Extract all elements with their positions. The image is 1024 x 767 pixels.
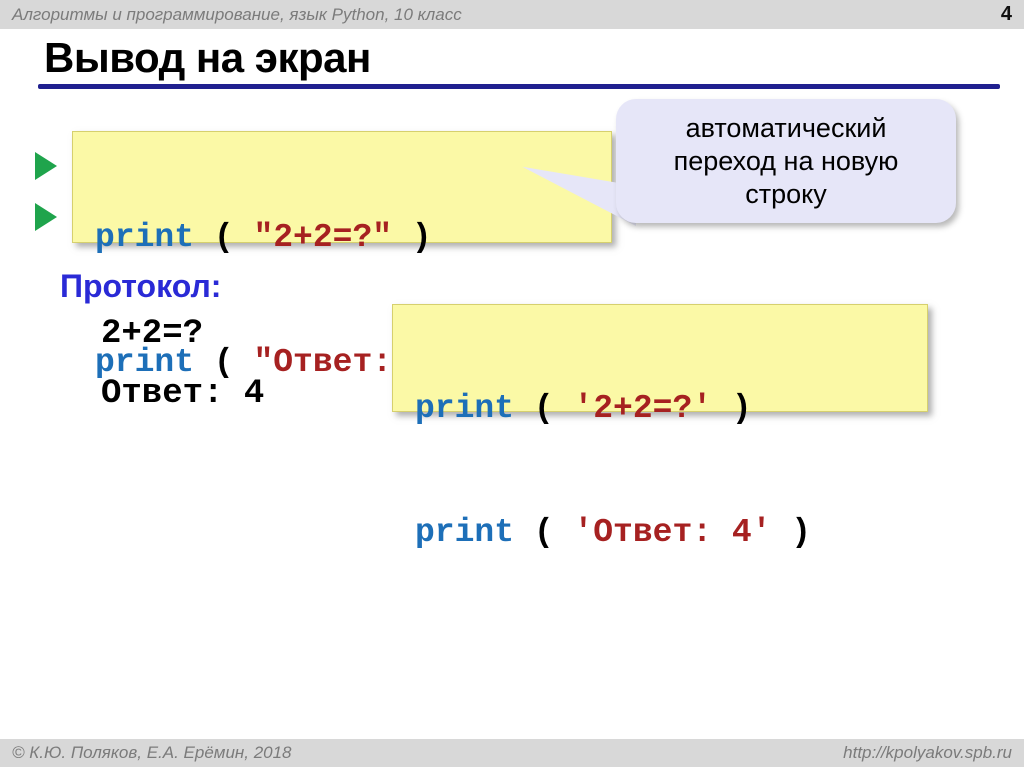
close-paren: ) xyxy=(712,390,752,427)
print-keyword: print xyxy=(95,219,194,256)
course-title: Алгоритмы и программирование, язык Pytho… xyxy=(12,5,462,25)
code-block-single-quotes: print ( '2+2=?' ) print ( 'Ответ: 4' ) xyxy=(392,304,928,412)
play-arrow-icon xyxy=(35,152,57,180)
string-literal: "2+2=?" xyxy=(253,219,392,256)
code-line: print ( "2+2=?" ) xyxy=(95,212,611,263)
print-keyword: print xyxy=(415,390,514,427)
title-underline xyxy=(38,84,1000,89)
code-line: print ( '2+2=?' ) xyxy=(415,384,927,434)
code-line: print ( 'Ответ: 4' ) xyxy=(415,508,927,558)
page-number: 4 xyxy=(1001,3,1012,26)
slide: Алгоритмы и программирование, язык Pytho… xyxy=(0,0,1024,767)
site-url: http://kpolyakov.spb.ru xyxy=(843,743,1012,763)
header-bar: Алгоритмы и программирование, язык Pytho… xyxy=(0,0,1024,29)
string-literal: 'Ответ: 4' xyxy=(573,514,771,551)
open-paren: ( xyxy=(194,344,253,381)
print-keyword: print xyxy=(415,514,514,551)
print-keyword: print xyxy=(95,344,194,381)
string-literal: '2+2=?' xyxy=(573,390,712,427)
copyright-text: © К.Ю. Поляков, Е.А. Ерёмин, 2018 xyxy=(12,743,292,763)
open-paren: ( xyxy=(194,219,253,256)
callout-text: автоматический переход на новую строку xyxy=(638,112,934,211)
close-paren: ) xyxy=(772,514,812,551)
open-paren: ( xyxy=(514,514,573,551)
open-paren: ( xyxy=(514,390,573,427)
close-paren: ) xyxy=(392,219,432,256)
play-arrow-icon xyxy=(35,203,57,231)
footer-bar: © К.Ю. Поляков, Е.А. Ерёмин, 2018 http:/… xyxy=(0,739,1024,767)
page-title: Вывод на экран xyxy=(44,36,371,80)
code-block-double-quotes: print ( "2+2=?" ) print ( "Ответ: 4" ) xyxy=(72,131,612,243)
callout-bubble: автоматический переход на новую строку xyxy=(616,99,956,223)
